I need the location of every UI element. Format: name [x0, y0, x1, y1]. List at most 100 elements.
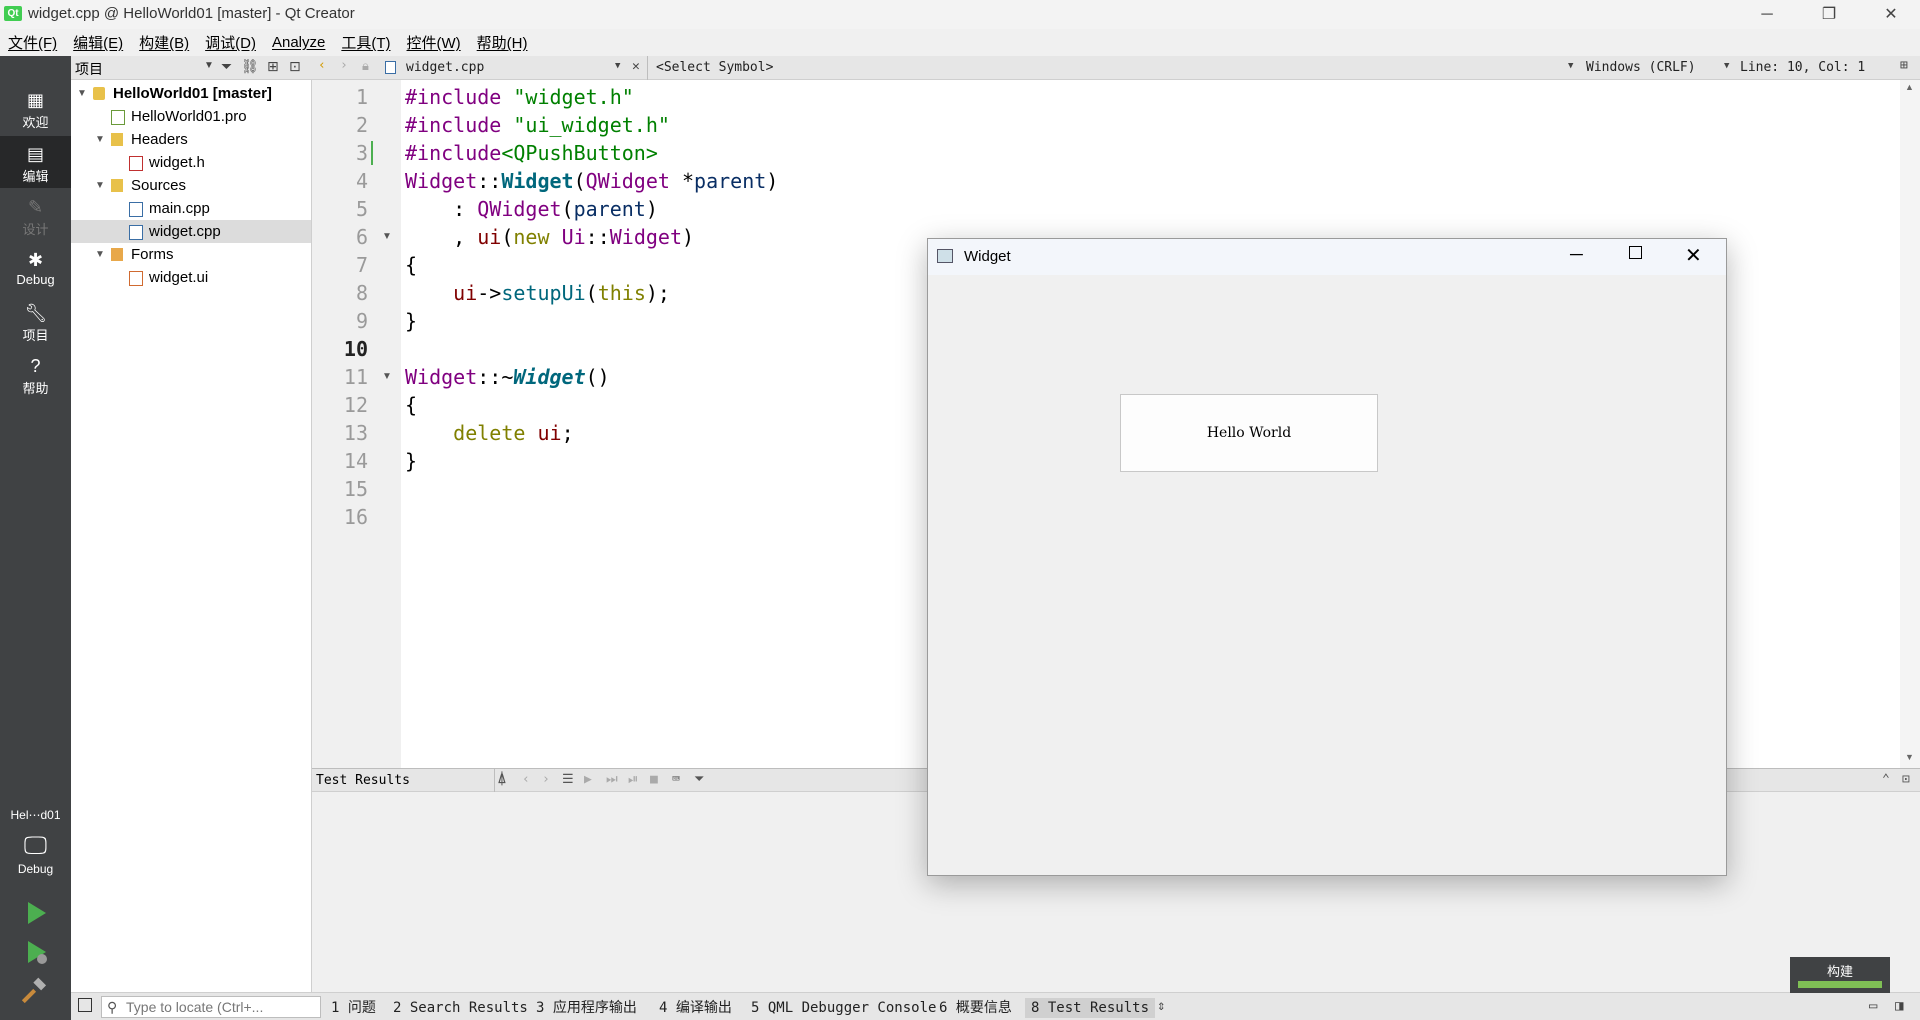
tab-issues[interactable]: 1 问题: [331, 998, 376, 1018]
menu-analyze[interactable]: Analyze: [264, 34, 333, 51]
run-button[interactable]: [22, 899, 50, 927]
widget-close-button[interactable]: ✕: [1685, 243, 1702, 268]
progress-details-icon[interactable]: ▭: [1869, 998, 1877, 1014]
mode-design[interactable]: ✎ 设计: [0, 189, 71, 241]
close-pane-icon[interactable]: ⊡: [1902, 772, 1910, 787]
tab-general-messages[interactable]: 6 概要信息: [939, 998, 1012, 1018]
tab-test-results[interactable]: 8 Test Results: [1025, 998, 1156, 1018]
code-line: Widget::~Widget(): [405, 365, 610, 389]
close-document-icon[interactable]: ✕: [632, 59, 640, 74]
bug-icon: ✱: [27, 250, 44, 270]
link-icon[interactable]: ⛓︎: [241, 58, 259, 75]
menu-debug[interactable]: 调试(D): [197, 32, 264, 53]
open-file-selector[interactable]: widget.cpp: [406, 60, 484, 75]
line-number: 4: [355, 169, 368, 193]
list-icon[interactable]: ☰: [562, 772, 574, 787]
expand-arrow-icon[interactable]: ▼: [95, 243, 105, 266]
maximize-pane-icon[interactable]: ⌃: [1882, 772, 1890, 787]
tree-item-main-cpp[interactable]: main.cpp: [71, 197, 311, 220]
scroll-down-icon[interactable]: ▼: [1905, 752, 1914, 762]
tree-item-project[interactable]: ▼ HelloWorld01 [master]: [71, 82, 311, 105]
scroll-up-icon[interactable]: ▲: [1905, 82, 1914, 92]
chevron-down-icon[interactable]: ▼: [204, 60, 214, 71]
menu-file[interactable]: 文件(F): [0, 32, 65, 53]
edit-icon: ▤: [26, 144, 44, 164]
tree-label: main.cpp: [149, 200, 210, 217]
fold-arrow-icon[interactable]: ▼: [382, 371, 392, 382]
symbol-selector[interactable]: <Select Symbol>: [656, 60, 773, 75]
tree-item-sources[interactable]: ▼ Sources: [71, 174, 311, 197]
hello-world-button[interactable]: Hello World: [1120, 394, 1378, 472]
tab-search-results[interactable]: 2 Search Results: [393, 998, 528, 1018]
mode-label: 编辑: [22, 169, 49, 184]
locator-input[interactable]: ⚲ Type to locate (Ctrl+...: [101, 996, 321, 1018]
line-number: 2: [355, 113, 368, 137]
code-line: , ui(new Ui::Widget): [405, 225, 695, 249]
next-icon[interactable]: ›: [542, 772, 550, 787]
mode-debug[interactable]: ✱ Debug: [0, 242, 71, 294]
stop-icon[interactable]: ■: [650, 772, 658, 787]
mode-welcome[interactable]: ▦ 欢迎: [0, 82, 71, 134]
minimize-button[interactable]: ─: [1738, 0, 1796, 29]
mode-help[interactable]: ? 帮助: [0, 348, 71, 400]
build-progress[interactable]: 构建: [1790, 957, 1890, 993]
tree-item-forms[interactable]: ▼ Forms: [71, 243, 311, 266]
kit-selector[interactable]: 🖵︎ Debug: [0, 828, 71, 890]
chevron-down-icon[interactable]: ▼: [1724, 61, 1729, 71]
cursor-position[interactable]: Line: 10, Col: 1: [1740, 60, 1865, 75]
tree-item-widget-cpp[interactable]: widget.cpp: [71, 220, 311, 243]
terminal-icon[interactable]: ⌨︎: [672, 772, 680, 787]
close-button[interactable]: ✕: [1862, 0, 1920, 29]
menu-build[interactable]: 构建(B): [131, 32, 197, 53]
menu-edit[interactable]: 编辑(E): [65, 32, 131, 53]
hammer-icon: [21, 977, 47, 1004]
filter-icon[interactable]: ⏷: [221, 58, 232, 75]
run-file-icon[interactable]: ⏯: [628, 772, 638, 787]
widget-maximize-button[interactable]: [1629, 246, 1642, 259]
menu-controls[interactable]: 控件(W): [399, 32, 469, 53]
mode-projects[interactable]: 🔧︎ 项目: [0, 295, 71, 347]
expand-arrow-icon[interactable]: ▼: [77, 82, 87, 105]
tree-item-widget-h[interactable]: widget.h: [71, 151, 311, 174]
menu-bar: 文件(F) 编辑(E) 构建(B) 调试(D) Analyze 工具(T) 控件…: [0, 29, 1920, 56]
output-pane-title: Test Results: [316, 773, 410, 788]
debug-run-button[interactable]: [22, 938, 50, 966]
line-ending-selector[interactable]: Windows (CRLF): [1586, 60, 1696, 75]
line-number: 6: [355, 225, 368, 249]
widget-minimize-button[interactable]: ─: [1570, 244, 1583, 265]
menu-help[interactable]: 帮助(H): [469, 32, 536, 53]
run-all-icon[interactable]: ▶: [584, 772, 592, 787]
toggle-sidebar-icon[interactable]: [78, 998, 92, 1012]
close-panel-icon[interactable]: ⊡: [289, 58, 301, 75]
run-selected-icon[interactable]: ⏭: [606, 772, 618, 787]
folder-icon: [111, 133, 123, 146]
project-view-selector[interactable]: 项目: [75, 59, 103, 79]
filter-icon[interactable]: ⏷: [694, 772, 704, 787]
line-number: 16: [343, 505, 368, 529]
toggle-right-sidebar-icon[interactable]: ◨: [1895, 998, 1903, 1014]
chevron-down-icon[interactable]: ▼: [615, 61, 620, 71]
split-editor-icon[interactable]: ⊞: [1900, 58, 1908, 73]
editor-scrollbar[interactable]: ▲ ▼: [1900, 80, 1920, 768]
tree-label: HelloWorld01 [master]: [113, 85, 272, 102]
back-arrow-icon[interactable]: ‹: [318, 58, 326, 73]
menu-tools[interactable]: 工具(T): [333, 32, 398, 53]
run-tests-icon[interactable]: ⍋: [498, 772, 506, 787]
prev-icon[interactable]: ‹: [522, 772, 530, 787]
more-tabs-icon[interactable]: ⇕: [1157, 998, 1165, 1014]
mode-edit[interactable]: ▤ 编辑: [0, 136, 71, 188]
restore-button[interactable]: ❐: [1800, 0, 1858, 29]
fold-arrow-icon[interactable]: ▼: [382, 231, 392, 242]
split-icon[interactable]: ⊞: [267, 58, 279, 75]
tree-item-widget-ui[interactable]: widget.ui: [71, 266, 311, 289]
tab-compile-output[interactable]: 4 编译输出: [659, 998, 732, 1018]
tree-item-headers[interactable]: ▼ Headers: [71, 128, 311, 151]
tab-qml-debugger[interactable]: 5 QML Debugger Console: [751, 998, 936, 1018]
build-button[interactable]: [21, 976, 50, 1004]
forward-arrow-icon[interactable]: ›: [340, 58, 348, 73]
expand-arrow-icon[interactable]: ▼: [95, 174, 105, 197]
tree-item-pro-file[interactable]: HelloWorld01.pro: [71, 105, 311, 128]
expand-arrow-icon[interactable]: ▼: [95, 128, 105, 151]
chevron-down-icon[interactable]: ▼: [1568, 61, 1573, 71]
tab-application-output[interactable]: 3 应用程序输出: [536, 998, 637, 1018]
